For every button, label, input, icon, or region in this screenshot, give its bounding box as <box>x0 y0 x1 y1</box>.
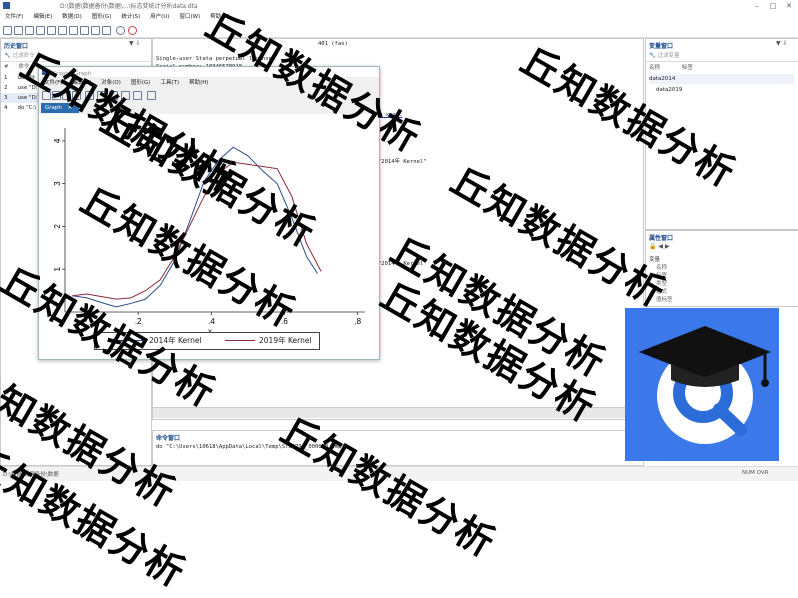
variables-col-label: 标签 <box>681 65 693 71</box>
variable-row[interactable]: data2019 <box>656 85 796 95</box>
graph-menu-item[interactable]: 帮助(H) <box>184 79 213 88</box>
watermark-text: 丘知数据分析 <box>273 407 504 566</box>
graph-icon[interactable] <box>58 26 67 35</box>
history-title: 历史窗口 <box>4 43 29 50</box>
minimize-icon[interactable]: – <box>750 0 764 12</box>
do-editor-icon[interactable] <box>69 26 78 35</box>
variables-manager-icon[interactable] <box>102 26 111 35</box>
wrench-icon: 🔧 <box>4 53 11 59</box>
history-row-num: 1 <box>4 75 8 81</box>
variables-search[interactable]: 🔧 过滤变量 <box>646 51 798 62</box>
graph-menu-item[interactable]: 工具(T) <box>155 79 184 88</box>
variables-wrench-icon: 🔧 <box>649 53 656 59</box>
print-icon[interactable] <box>25 26 34 35</box>
legend-label-2019: 2019年 Kernel <box>259 336 312 345</box>
y-tick-label: 2 <box>53 224 62 229</box>
x-tick-label: .8 <box>354 317 361 326</box>
log-icon[interactable] <box>36 26 45 35</box>
x-tick-label: .4 <box>208 317 215 326</box>
variable-row[interactable]: data2014 <box>649 74 794 84</box>
save-icon[interactable] <box>14 26 23 35</box>
menu-item[interactable]: 数据(D) <box>57 12 87 23</box>
graduation-cap-search-icon <box>639 326 771 444</box>
menu-item[interactable]: 文件(F) <box>0 12 28 23</box>
history-row-num: 3 <box>4 95 8 101</box>
y-tick-label: 4 <box>53 138 62 143</box>
break-icon[interactable] <box>128 26 137 35</box>
menu-item[interactable]: 图形(G) <box>87 12 117 23</box>
properties-title: 属性窗口 <box>649 235 674 242</box>
y-tick-label: 3 <box>53 181 62 186</box>
menu-item[interactable]: 窗口(W) <box>174 12 205 23</box>
status-indicators: NUM OVR <box>742 470 769 476</box>
history-row-num: 2 <box>4 85 8 91</box>
results-fax: 401 (fax) <box>318 41 348 47</box>
maximize-icon[interactable]: □ <box>766 0 780 12</box>
stata-app-icon <box>3 2 10 9</box>
toolbar <box>0 23 798 38</box>
window-title: D:\数据\数据备份\数据\...\标志变统计分析data.dta <box>60 3 198 10</box>
more-icon[interactable] <box>116 26 125 35</box>
open-icon[interactable] <box>3 26 12 35</box>
history-col-num: # <box>4 64 9 70</box>
variables-search-placeholder: 过滤变量 <box>657 53 680 59</box>
variables-col-name: 名称 <box>649 65 661 71</box>
history-row-num: 4 <box>4 105 8 111</box>
data-browser-icon[interactable] <box>91 26 100 35</box>
pin-icon[interactable]: ▼ ⇩ <box>129 40 141 47</box>
menu-bar: 文件(F) 编辑(E) 数据(D) 图形(G) 统计(S) 用户(U) 窗口(W) 帮助(H) <box>0 12 798 23</box>
data-editor-icon[interactable] <box>80 26 89 35</box>
command-title: 命令窗口 <box>156 435 181 442</box>
menu-item[interactable]: 编辑(E) <box>28 12 57 23</box>
variables-title: 变量窗口 <box>649 43 674 50</box>
menu-item[interactable]: 用户(U) <box>145 12 174 23</box>
history-row-cmd: do "C:\ <box>17 105 37 111</box>
menu-item[interactable]: 统计(S) <box>116 12 145 23</box>
variables-header: 名称 标签 <box>649 63 794 73</box>
legend-swatch-2019 <box>225 340 255 341</box>
viewer-icon[interactable] <box>47 26 56 35</box>
lock-icon[interactable]: 🔒 ◀ ▶ <box>649 243 670 250</box>
variables-pin-icon[interactable]: ▼ ⇩ <box>776 40 788 47</box>
brand-logo <box>625 308 779 461</box>
close-icon[interactable]: ✕ <box>782 0 796 12</box>
